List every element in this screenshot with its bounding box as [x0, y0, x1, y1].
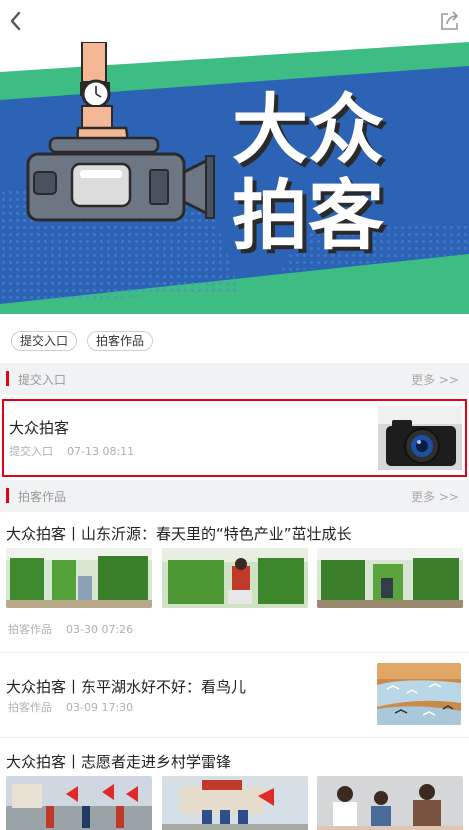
- volunteer-photo: [162, 776, 308, 830]
- article-source: 拍客作品: [8, 701, 52, 714]
- chip-submit[interactable]: 提交入口: [11, 331, 78, 351]
- birds-lake-photo: [377, 663, 461, 725]
- article-time: 03-30 07:26: [66, 623, 134, 636]
- article-item[interactable]: 大众拍客丨志愿者走进乡村学雷锋: [0, 738, 469, 830]
- highlight-item[interactable]: 大众拍客 提交入口 07-13 08:11: [2, 399, 467, 477]
- banner-title-line1: 大众: [232, 85, 384, 174]
- article-time: 03-09 17:30: [66, 701, 134, 714]
- article-title: 大众拍客丨志愿者走进乡村学雷锋: [6, 753, 232, 771]
- article-item[interactable]: 大众拍客丨山东沂源：春天里的“特色产业”茁壮成长 拍客作品 03-30 07:2…: [0, 512, 469, 652]
- greenhouse-photo: [162, 548, 308, 608]
- share-icon[interactable]: [439, 10, 461, 32]
- back-arrow-icon[interactable]: [4, 8, 30, 34]
- section-accent-bar: [6, 371, 9, 386]
- volunteer-photo: [317, 776, 463, 830]
- section-header-works: 拍客作品 更多 >>: [0, 480, 469, 512]
- top-bar: [0, 0, 469, 42]
- section-title: 提交入口: [18, 373, 67, 387]
- article-meta: 拍客作品 03-30 07:26: [8, 621, 133, 637]
- banner-illustration: 大众 大众 拍客 拍客: [0, 42, 469, 314]
- article-title: 大众拍客丨东平湖水好不好：看鸟儿: [6, 678, 247, 696]
- greenhouse-photo: [6, 548, 152, 608]
- article-item[interactable]: 大众拍客丨东平湖水好不好：看鸟儿 拍客作品 03-09 17:30: [0, 653, 469, 737]
- banner-title-line2: 拍客: [232, 171, 384, 260]
- item-source: 提交入口: [9, 445, 53, 458]
- hero-banner: 大众 大众 拍客 拍客: [0, 42, 469, 314]
- item-meta: 提交入口 07-13 08:11: [9, 443, 134, 459]
- camera-photo-thumbnail: [378, 406, 462, 470]
- article-meta: 拍客作品 03-09 17:30: [8, 699, 133, 715]
- category-chips: 提交入口 拍客作品: [11, 331, 154, 351]
- chip-works[interactable]: 拍客作品: [87, 331, 154, 351]
- item-time: 07-13 08:11: [67, 445, 135, 458]
- volunteer-photo: [6, 776, 152, 830]
- greenhouse-photo: [317, 548, 463, 608]
- article-source: 拍客作品: [8, 623, 52, 636]
- article-title: 大众拍客丨山东沂源：春天里的“特色产业”茁壮成长: [6, 525, 352, 543]
- more-link[interactable]: 更多 >>: [411, 371, 459, 388]
- item-title: 大众拍客: [9, 419, 70, 437]
- section-header-submit: 提交入口 更多 >>: [0, 363, 469, 395]
- section-accent-bar: [6, 488, 9, 503]
- section-title: 拍客作品: [18, 490, 67, 504]
- more-link[interactable]: 更多 >>: [411, 488, 459, 505]
